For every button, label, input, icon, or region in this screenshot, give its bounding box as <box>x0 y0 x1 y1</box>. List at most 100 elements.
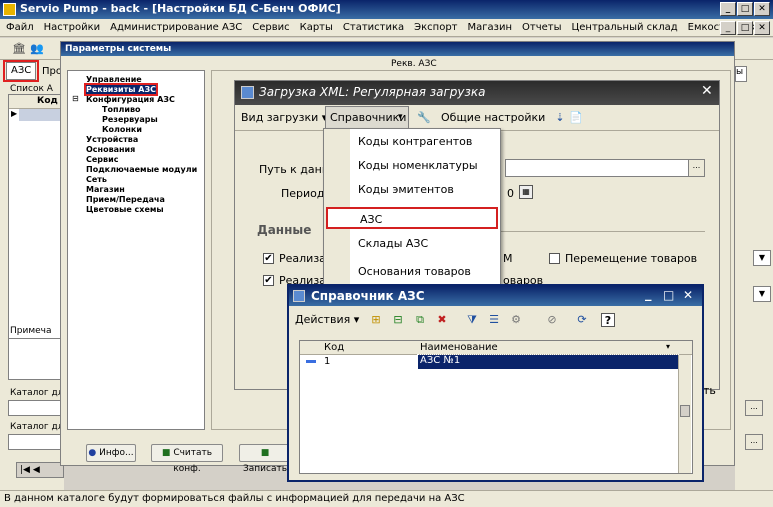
expand-icon[interactable]: ⊟ <box>72 94 79 103</box>
import-icon[interactable]: ⇣ <box>553 111 567 125</box>
xml-close-icon[interactable]: ✕ <box>701 83 713 99</box>
minimize-button[interactable]: _ <box>720 2 736 16</box>
tree-item[interactable]: Устройства <box>86 135 138 144</box>
ref-table-row[interactable]: 1 АЗС №1 <box>300 354 679 370</box>
load-type-label: Вид загрузки <box>241 111 319 124</box>
refs-menu[interactable]: Справочники ▾ <box>325 106 409 130</box>
actions-menu[interactable]: Действия ▾ <box>295 313 359 326</box>
ref-row-name: АЗС №1 <box>417 354 679 370</box>
close-label-tail[interactable]: ть <box>703 384 716 397</box>
path-browse-button[interactable]: ... <box>688 160 704 176</box>
tree-item[interactable]: Реквизиты АЗС <box>83 83 159 96</box>
mdi-close-button[interactable]: ✕ <box>754 21 770 35</box>
read-config-button[interactable]: ■ Считать конф. <box>151 444 223 474</box>
menu-item[interactable]: Сервис <box>252 22 289 33</box>
data-divider <box>495 231 705 232</box>
add-folder-icon[interactable]: ⊟ <box>391 313 405 327</box>
menu-item[interactable]: Статистика <box>343 22 404 33</box>
tree-item[interactable]: Колонки <box>102 125 142 134</box>
list-row-selected[interactable] <box>19 109 65 121</box>
document-icon[interactable]: 📄 <box>569 111 583 125</box>
tree-item[interactable]: Основания <box>86 145 135 154</box>
list-label: Список А <box>10 84 53 94</box>
ref-window: Справочник АЗС _ □ ✕ Действия ▾ ⊞ ⊟ ⧉ ✖ … <box>287 284 704 482</box>
calendar-icon[interactable]: ▦ <box>519 185 533 199</box>
ref-col-code[interactable]: Код <box>324 342 344 353</box>
ref-col-name[interactable]: Наименование <box>420 342 498 353</box>
tree-item[interactable]: Резервуары <box>102 115 158 124</box>
filter-list-icon[interactable]: ☰ <box>487 313 501 327</box>
tree-item[interactable]: Прием/Передача <box>86 195 165 204</box>
tree-item[interactable]: Магазин <box>86 185 125 194</box>
note-field[interactable] <box>8 338 64 380</box>
close-button[interactable]: ✕ <box>754 2 770 16</box>
ref-grid-header: Код Наименование ▾ <box>300 341 692 355</box>
menu-item[interactable]: Экспорт <box>414 22 457 33</box>
menu-item[interactable]: Центральный склад <box>572 22 678 33</box>
path-input[interactable]: ... <box>505 159 705 177</box>
menu-item[interactable]: Карты <box>300 22 333 33</box>
catalog-input-1[interactable] <box>8 400 64 416</box>
add-icon[interactable]: ⊞ <box>369 313 383 327</box>
tree-item[interactable]: Топливо <box>102 105 141 114</box>
mdi-minimize-button[interactable]: _ <box>720 21 736 35</box>
realize-checkbox-2[interactable]: ✔ <box>263 275 274 286</box>
info-button[interactable]: ● Инфо... <box>86 444 136 462</box>
refresh-icon[interactable]: ⟳ <box>575 313 589 327</box>
list-grid: Код ▶ <box>8 94 65 354</box>
mdi-restore-button[interactable]: □ <box>737 21 753 35</box>
tree-item[interactable]: Цветовые схемы <box>86 205 164 214</box>
tab-pro[interactable]: Про <box>42 66 62 77</box>
prev-record-icon[interactable]: ◀ <box>33 465 40 475</box>
ref-maximize-icon[interactable]: □ <box>663 288 674 302</box>
move-goods-checkbox[interactable] <box>549 253 560 264</box>
tree-item[interactable]: Подключаемые модули <box>86 165 197 174</box>
settings-icon[interactable]: 🔧 <box>417 111 431 125</box>
delete-icon[interactable]: ✖ <box>435 313 449 327</box>
bank-icon[interactable]: 🏛 <box>12 42 26 56</box>
ref-close-icon[interactable]: ✕ <box>683 288 693 302</box>
general-settings-button[interactable]: Общие настройки <box>441 111 545 124</box>
realize-checkbox-1[interactable]: ✔ <box>263 253 274 264</box>
status-bar: В данном каталоге будут формироваться фа… <box>0 490 773 507</box>
load-type-menu[interactable]: Вид загрузки ▾ <box>241 111 327 124</box>
right-dropdown-2[interactable]: ▼ <box>753 286 771 302</box>
filter-icon[interactable]: ⧩ <box>465 313 479 327</box>
menu-item[interactable]: Магазин <box>468 22 513 33</box>
help-icon[interactable]: ? <box>601 313 615 327</box>
tree-item[interactable]: Управление <box>86 75 142 84</box>
refs-menu-item[interactable]: Коды номенклатуры <box>324 155 500 177</box>
menu-item[interactable]: Администрирование АЗС <box>110 22 242 33</box>
right-browse-1[interactable]: ... <box>745 400 763 416</box>
menu-item[interactable]: Отчеты <box>522 22 561 33</box>
refs-menu-item[interactable]: Основания товаров <box>324 261 500 283</box>
tree-item[interactable]: Сеть <box>86 175 107 184</box>
refs-menu-item[interactable]: Коды эмитентов <box>324 179 500 201</box>
col-code-header[interactable]: Код <box>37 96 58 106</box>
ref-scrollbar[interactable] <box>678 355 691 473</box>
tree-item[interactable]: Конфигурация АЗС <box>86 95 175 104</box>
refs-menu-item[interactable]: АЗС <box>326 207 498 229</box>
copy-icon[interactable]: ⧉ <box>413 313 427 327</box>
first-record-icon[interactable]: |◀ <box>20 465 30 475</box>
tree-item[interactable]: Сервис <box>86 155 118 164</box>
right-dropdown-1[interactable]: ▼ <box>753 250 771 266</box>
users-icon[interactable]: 👥 <box>30 42 44 56</box>
refs-menu-item[interactable]: Склады АЗС <box>324 233 500 255</box>
ref-minimize-icon[interactable]: _ <box>645 287 652 302</box>
right-browse-2[interactable]: ... <box>745 434 763 450</box>
refs-menu-label: Справочники <box>330 111 407 124</box>
filter-settings-icon[interactable]: ⚙ <box>509 313 523 327</box>
app-logo-icon <box>3 3 16 16</box>
maximize-button[interactable]: □ <box>737 2 753 16</box>
mdi-controls: _ □ ✕ <box>720 20 772 36</box>
catalog-input-2[interactable] <box>8 434 64 450</box>
scroll-thumb[interactable] <box>680 405 690 417</box>
write-button[interactable]: ■ Записать <box>239 444 291 474</box>
refs-menu-item[interactable]: Коды контрагентов <box>324 131 500 153</box>
clear-filter-icon[interactable]: ⊘ <box>545 313 559 327</box>
menu-item[interactable]: Файл <box>6 22 34 33</box>
ref-col-sort-icon[interactable]: ▾ <box>666 342 670 351</box>
right-tab[interactable]: ы <box>735 66 747 82</box>
menu-item[interactable]: Настройки <box>44 22 100 33</box>
